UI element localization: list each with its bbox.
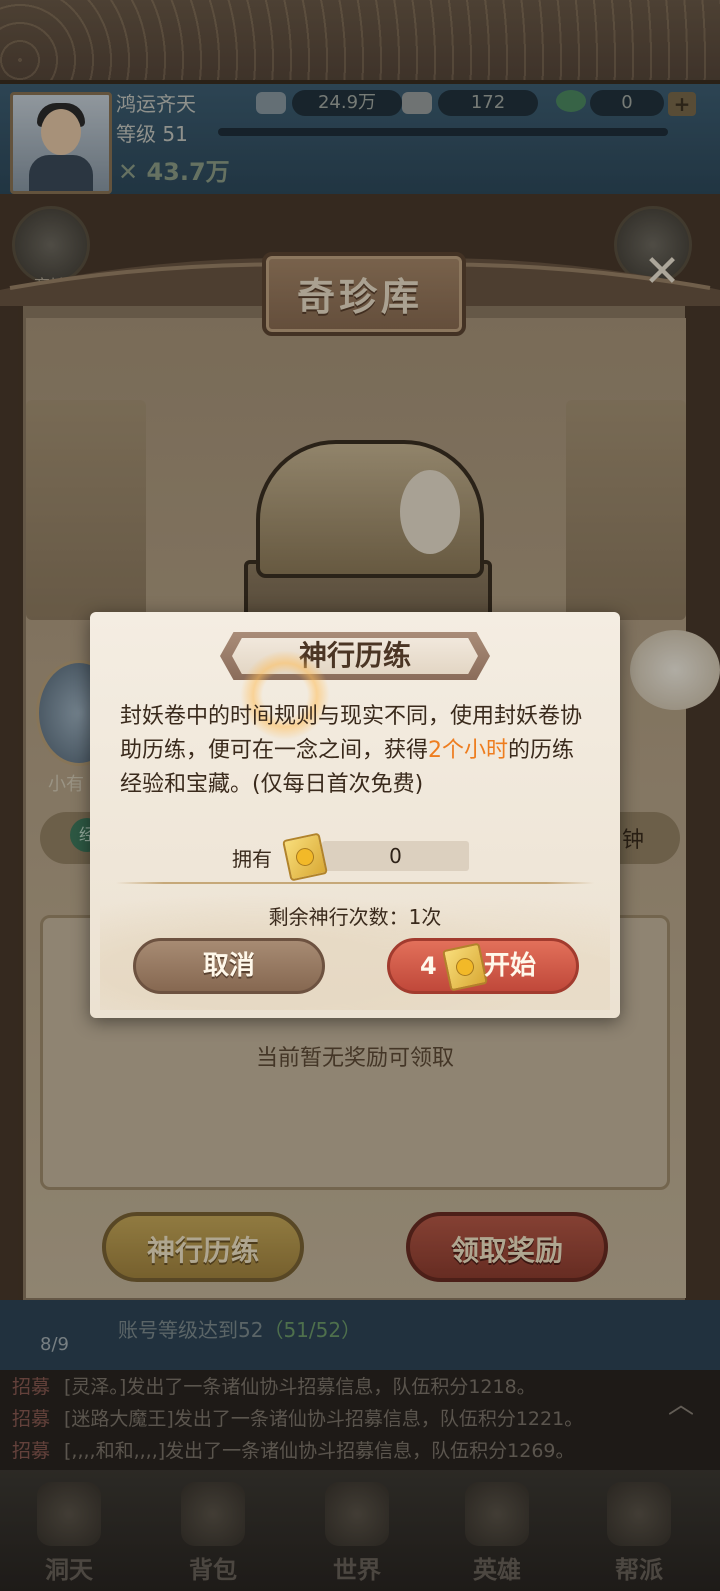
highlight-duration: 2个小时 bbox=[428, 738, 509, 763]
dialog-description: 封妖卷中的时间规则与现实不同，使用封妖卷协助历练，便可在一念之间，获得2个小时的… bbox=[120, 704, 583, 797]
divider bbox=[116, 882, 594, 884]
cancel-button[interactable]: 取消 bbox=[133, 938, 325, 994]
own-count: 0 bbox=[389, 844, 402, 868]
own-label: 拥有 bbox=[232, 847, 272, 871]
start-label: 开始 bbox=[484, 951, 537, 981]
start-cost: 4 bbox=[420, 952, 437, 980]
remaining-count: 剩余神行次数：1次 bbox=[268, 905, 442, 929]
